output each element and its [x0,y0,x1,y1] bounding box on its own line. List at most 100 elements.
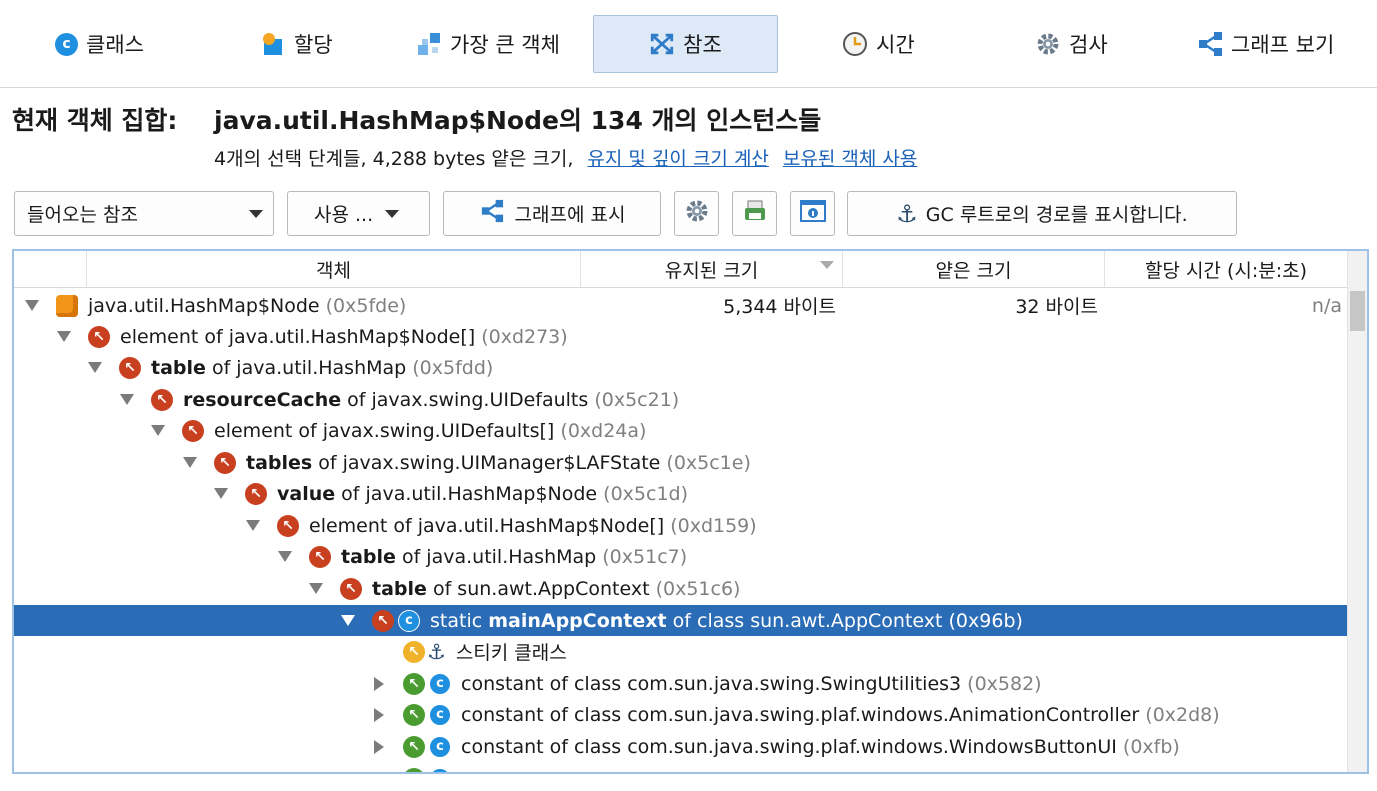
column-header-retained-size[interactable]: 유지된 크기 [580,251,842,287]
column-header-shallow-size[interactable]: 얕은 크기 [842,251,1104,287]
reference-type-combo[interactable]: 들어오는 참조 [14,191,274,236]
table-row[interactable]: ↖ element of java.util.HashMap$Node[] (0… [14,321,1347,352]
collapse-icon[interactable] [150,423,166,439]
references-tree-table[interactable]: 객체 유지된 크기 얕은 크기 할당 시간 (시:분:초) java.util.… [12,249,1369,774]
sort-descending-icon [820,261,834,269]
incoming-reference-icon: ↖ [88,325,110,348]
collapse-icon[interactable] [56,329,72,345]
class-icon: c [429,735,451,758]
settings-button[interactable] [674,191,719,236]
column-object-label: 객체 [316,259,351,282]
tab-inspections[interactable]: 검사 [1035,15,1108,73]
table-row-selected[interactable]: ↖ c static mainAppContext of class sun.a… [14,605,1347,636]
title-prefix: 현재 객체 집합: [12,106,178,135]
expand-icon[interactable] [371,739,387,755]
calculate-sizes-link[interactable]: 유지 및 깊이 크기 계산 [587,148,768,170]
use-button[interactable]: 사용 ... [287,191,430,236]
collapse-icon[interactable] [308,581,324,597]
show-in-graph-button[interactable]: 그래프에 표시 [443,191,661,236]
collapse-icon[interactable] [182,455,198,471]
table-row[interactable]: ↖ table of java.util.HashMap (0x5fdd) [14,352,1347,383]
reference-label: value of java.util.HashMap$Node (0x5c1d) [277,482,689,505]
tab-classes[interactable]: c 클래스 [55,15,144,73]
collapse-icon[interactable] [119,392,135,408]
table-row[interactable]: ↖ element of java.util.HashMap$Node[] (0… [14,510,1347,541]
reference-label: table of java.util.HashMap (0x5fdd) [151,356,494,379]
references-icon [649,31,675,57]
leaf-spacer [371,644,387,660]
allocation-time-value: n/a [1311,294,1342,317]
summary-text: 4개의 선택 단계들, 4,288 bytes 얕은 크기, [214,148,574,170]
class-icon: c [398,609,420,632]
expand-icon[interactable] [371,771,387,773]
expand-icon[interactable] [371,676,387,692]
scrollbar-thumb[interactable] [1350,291,1365,331]
object-set-summary: 4개의 선택 단계들, 4,288 bytes 얕은 크기, 유지 및 깊이 크기… [214,144,917,171]
table-header: 객체 유지된 크기 얕은 크기 할당 시간 (시:분:초) [14,251,1347,288]
tab-graph-label: 그래프 보기 [1231,33,1335,57]
use-retained-objects-link[interactable]: 보유된 객체 사용 [783,148,917,170]
gc-root-label: 스티키 클래스 [455,642,567,664]
use-button-label: 사용 ... [314,204,374,226]
table-row[interactable]: ↖ element of javax.swing.UIDefaults[] (0… [14,415,1347,446]
tab-allocations[interactable]: 할당 [260,15,333,73]
page-title: 현재 객체 집합: java.util.HashMap$Node의 134 개의 … [12,101,821,137]
table-row[interactable]: ↖ value of java.util.HashMap$Node (0x5c1… [14,478,1347,509]
table-row[interactable]: java.util.HashMap$Node (0x5fde) 5,344 바이… [14,290,1347,321]
reference-label: resourceCache of javax.swing.UIDefaults … [183,388,680,411]
reference-label: element of java.util.HashMap$Node[] (0xd… [120,325,568,348]
reference-label: element of javax.swing.UIDefaults[] (0xd… [214,419,647,442]
class-icon: c [429,672,451,695]
table-row[interactable]: ↖ ⚓ 스티키 클래스 [14,636,1347,667]
chevron-down-icon [249,209,263,218]
collapse-icon[interactable] [24,298,40,314]
reference-label: tables of javax.swing.UIManager$LAFState… [246,451,751,474]
column-header-object[interactable]: 객체 [86,251,580,287]
show-gc-root-path-label: GC 루트로의 경로를 표시합니다. [925,204,1188,226]
show-gc-root-path-button[interactable]: ⚓ GC 루트로의 경로를 표시합니다. [847,191,1237,236]
table-row[interactable]: ↖ tables of javax.swing.UIManager$LAFSta… [14,447,1347,478]
class-icon: c [55,32,78,56]
graph-icon [479,199,505,228]
class-icon: c [429,767,451,772]
incoming-reference-icon: ↖ [403,672,425,695]
tab-references[interactable]: 참조 [593,15,778,73]
gear-icon [684,198,710,229]
retained-size-value: 5,344 바이트 [723,296,836,318]
expand-icon[interactable] [371,707,387,723]
export-button[interactable] [732,191,777,236]
collapse-icon[interactable] [245,518,261,534]
anchor-icon: ⚓ [427,639,446,664]
tab-biggest-objects[interactable]: 가장 큰 객체 [416,15,560,73]
collapse-icon[interactable] [277,549,293,565]
table-row-partial[interactable]: ↖ c [14,763,1347,773]
table-row[interactable]: ↖ table of sun.awt.AppContext (0x51c6) [14,573,1347,604]
collapse-icon[interactable] [213,486,229,502]
incoming-reference-icon: ↖ [403,735,425,758]
column-header-allocation-time[interactable]: 할당 시간 (시:분:초) [1104,251,1347,287]
incoming-reference-icon: ↖ [277,514,299,537]
collapse-icon[interactable] [340,613,356,629]
table-row[interactable]: ↖ resourceCache of javax.swing.UIDefault… [14,384,1347,415]
title-main: java.util.HashMap$Node의 134 개의 인스턴스들 [214,106,822,135]
column-time-label: 할당 시간 (시:분:초) [1144,259,1308,282]
tab-time-label: 시간 [876,33,915,57]
incoming-reference-icon: ↖ [151,388,173,411]
tab-graph[interactable]: 그래프 보기 [1197,15,1334,73]
view-help-button[interactable] [790,191,835,236]
tab-references-label: 참조 [683,33,722,57]
vertical-scrollbar[interactable] [1347,251,1367,772]
table-row[interactable]: ↖ c constant of class com.sun.java.swing… [14,731,1347,762]
view-tab-bar: c 클래스 할당 가장 큰 객체 참조 시간 검사 그래프 보기 [0,0,1377,88]
graph-icon [1197,31,1223,57]
table-row[interactable]: ↖ c constant of class com.sun.java.swing… [14,699,1347,730]
export-icon [742,198,768,229]
object-instance-icon [56,294,78,317]
collapse-icon[interactable] [87,360,103,376]
class-icon: c [429,703,451,726]
gc-root-icon: ↖ [403,640,425,663]
tab-time[interactable]: 시간 [842,15,915,73]
anchor-icon: ⚓ [896,199,918,228]
table-row[interactable]: ↖ table of java.util.HashMap (0x51c7) [14,541,1347,572]
table-row[interactable]: ↖ c constant of class com.sun.java.swing… [14,668,1347,699]
